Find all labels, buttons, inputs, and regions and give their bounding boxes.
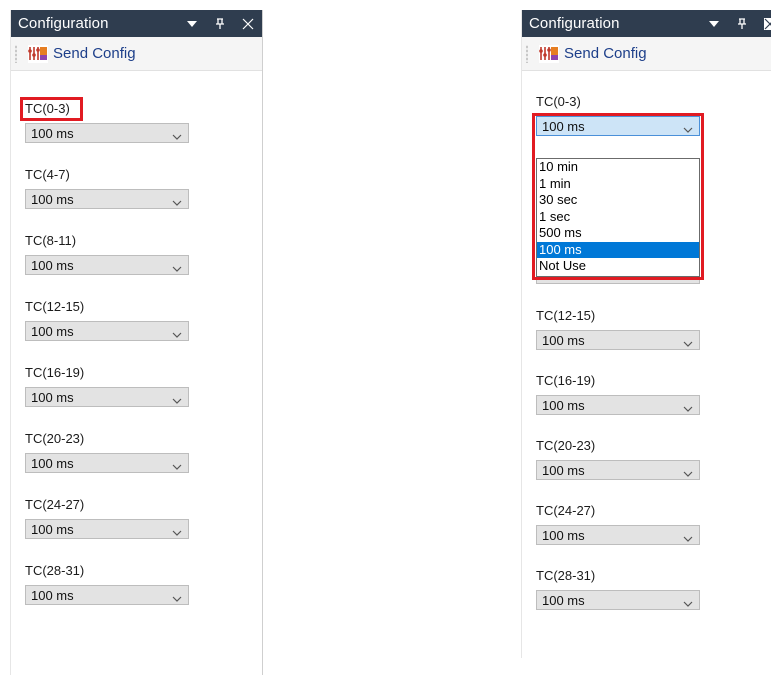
interval-value: 100 ms <box>542 463 585 478</box>
channel-label: TC(24-27) <box>536 503 596 518</box>
toolbar-grip[interactable] <box>526 45 528 63</box>
dropdown-arrow-icon[interactable] <box>708 18 720 30</box>
interval-value: 100 ms <box>542 398 585 413</box>
panel-titlebar: Configuration <box>11 10 262 37</box>
configuration-panel-right: Configuration Send Config TC(0-3) 100 ms… <box>521 10 771 658</box>
pin-icon[interactable] <box>214 17 226 30</box>
interval-select[interactable]: 100 ms <box>25 387 189 407</box>
interval-select[interactable]: 100 ms <box>536 330 700 350</box>
interval-value: 100 ms <box>542 528 585 543</box>
chevron-down-icon <box>172 393 182 408</box>
send-config-button[interactable]: Send Config <box>24 42 139 66</box>
dropdown-option[interactable]: 1 sec <box>537 209 699 226</box>
close-icon[interactable] <box>242 18 254 30</box>
chevron-down-icon <box>172 591 182 606</box>
interval-value: 100 ms <box>31 126 74 141</box>
chevron-down-icon <box>683 336 693 351</box>
channel-label: TC(20-23) <box>25 431 85 446</box>
chevron-down-icon <box>172 129 182 144</box>
chevron-down-icon <box>683 531 693 546</box>
close-icon[interactable] <box>764 17 771 30</box>
panel-toolbar: Send Config <box>11 37 262 71</box>
interval-value: 100 ms <box>31 522 74 537</box>
channel-label: TC(28-31) <box>536 568 596 583</box>
send-config-icon <box>27 44 49 64</box>
interval-value: 100 ms <box>31 258 74 273</box>
channel-label: TC(0-3) <box>25 101 70 116</box>
interval-value: 100 ms <box>542 593 585 608</box>
interval-dropdown-list[interactable]: 10 min 1 min 30 sec 1 sec 500 ms 100 ms Not Us… <box>536 158 700 277</box>
channel-label: TC(28-31) <box>25 563 85 578</box>
interval-select[interactable]: 100 ms <box>25 519 189 539</box>
titlebar-icons <box>186 10 254 37</box>
channel-label: TC(16-19) <box>25 365 85 380</box>
chevron-down-icon <box>683 466 693 481</box>
channel-label: TC(16-19) <box>536 373 596 388</box>
send-config-label: Send Config <box>564 45 647 62</box>
interval-select[interactable]: 100 ms <box>25 585 189 605</box>
titlebar-icons <box>708 10 771 37</box>
interval-select[interactable]: 100 ms <box>25 123 189 143</box>
send-config-label: Send Config <box>53 45 136 62</box>
panel-title: Configuration <box>18 15 109 32</box>
interval-select[interactable]: 100 ms <box>25 321 189 341</box>
chevron-down-icon <box>683 122 693 137</box>
channel-label: TC(24-27) <box>25 497 85 512</box>
toolbar-grip[interactable] <box>15 45 17 63</box>
channel-label: TC(20-23) <box>536 438 596 453</box>
chevron-down-icon <box>172 459 182 474</box>
interval-value: 100 ms <box>31 390 74 405</box>
interval-select[interactable]: 100 ms <box>536 525 700 545</box>
interval-select[interactable]: 100 ms <box>25 453 189 473</box>
configuration-panel-left: Configuration Send Config TC(0-3) 100 ms… <box>10 10 263 675</box>
dropdown-option[interactable]: 100 ms <box>537 241 699 258</box>
chevron-down-icon <box>683 596 693 611</box>
channel-label: TC(12-15) <box>536 308 596 323</box>
dropdown-option[interactable]: 30 sec <box>537 192 699 209</box>
channel-label: TC(8-11) <box>25 233 77 248</box>
interval-value: 100 ms <box>542 333 585 348</box>
interval-value: 100 ms <box>31 324 74 339</box>
dropdown-option[interactable]: 1 min <box>537 176 699 193</box>
chevron-down-icon <box>172 261 182 276</box>
chevron-down-icon <box>172 195 182 210</box>
interval-select[interactable]: 100 ms <box>25 189 189 209</box>
interval-value: 100 ms <box>31 456 74 471</box>
dropdown-option[interactable]: 10 min <box>537 159 699 176</box>
dropdown-option[interactable]: Not Use <box>537 258 699 275</box>
send-config-button[interactable]: Send Config <box>535 42 650 66</box>
pin-icon[interactable] <box>736 17 748 30</box>
interval-value: 100 ms <box>31 588 74 603</box>
channel-label: TC(0-3) <box>536 94 581 109</box>
chevron-down-icon <box>683 401 693 416</box>
dropdown-arrow-icon[interactable] <box>186 18 198 30</box>
interval-select[interactable]: 100 ms <box>536 116 700 136</box>
send-config-icon <box>538 44 560 64</box>
dropdown-option[interactable]: 500 ms <box>537 225 699 242</box>
interval-select[interactable] <box>536 276 700 284</box>
panel-title: Configuration <box>529 15 620 32</box>
panel-toolbar: Send Config <box>522 37 771 71</box>
interval-select[interactable]: 100 ms <box>536 395 700 415</box>
chevron-down-icon <box>172 525 182 540</box>
interval-value: 100 ms <box>31 192 74 207</box>
interval-select[interactable]: 100 ms <box>536 460 700 480</box>
channel-label: TC(4-7) <box>25 167 70 182</box>
chevron-down-icon <box>172 327 182 342</box>
interval-value: 100 ms <box>542 119 585 134</box>
interval-select[interactable]: 100 ms <box>536 590 700 610</box>
interval-select[interactable]: 100 ms <box>25 255 189 275</box>
panel-titlebar: Configuration <box>522 10 771 37</box>
channel-label: TC(12-15) <box>25 299 85 314</box>
